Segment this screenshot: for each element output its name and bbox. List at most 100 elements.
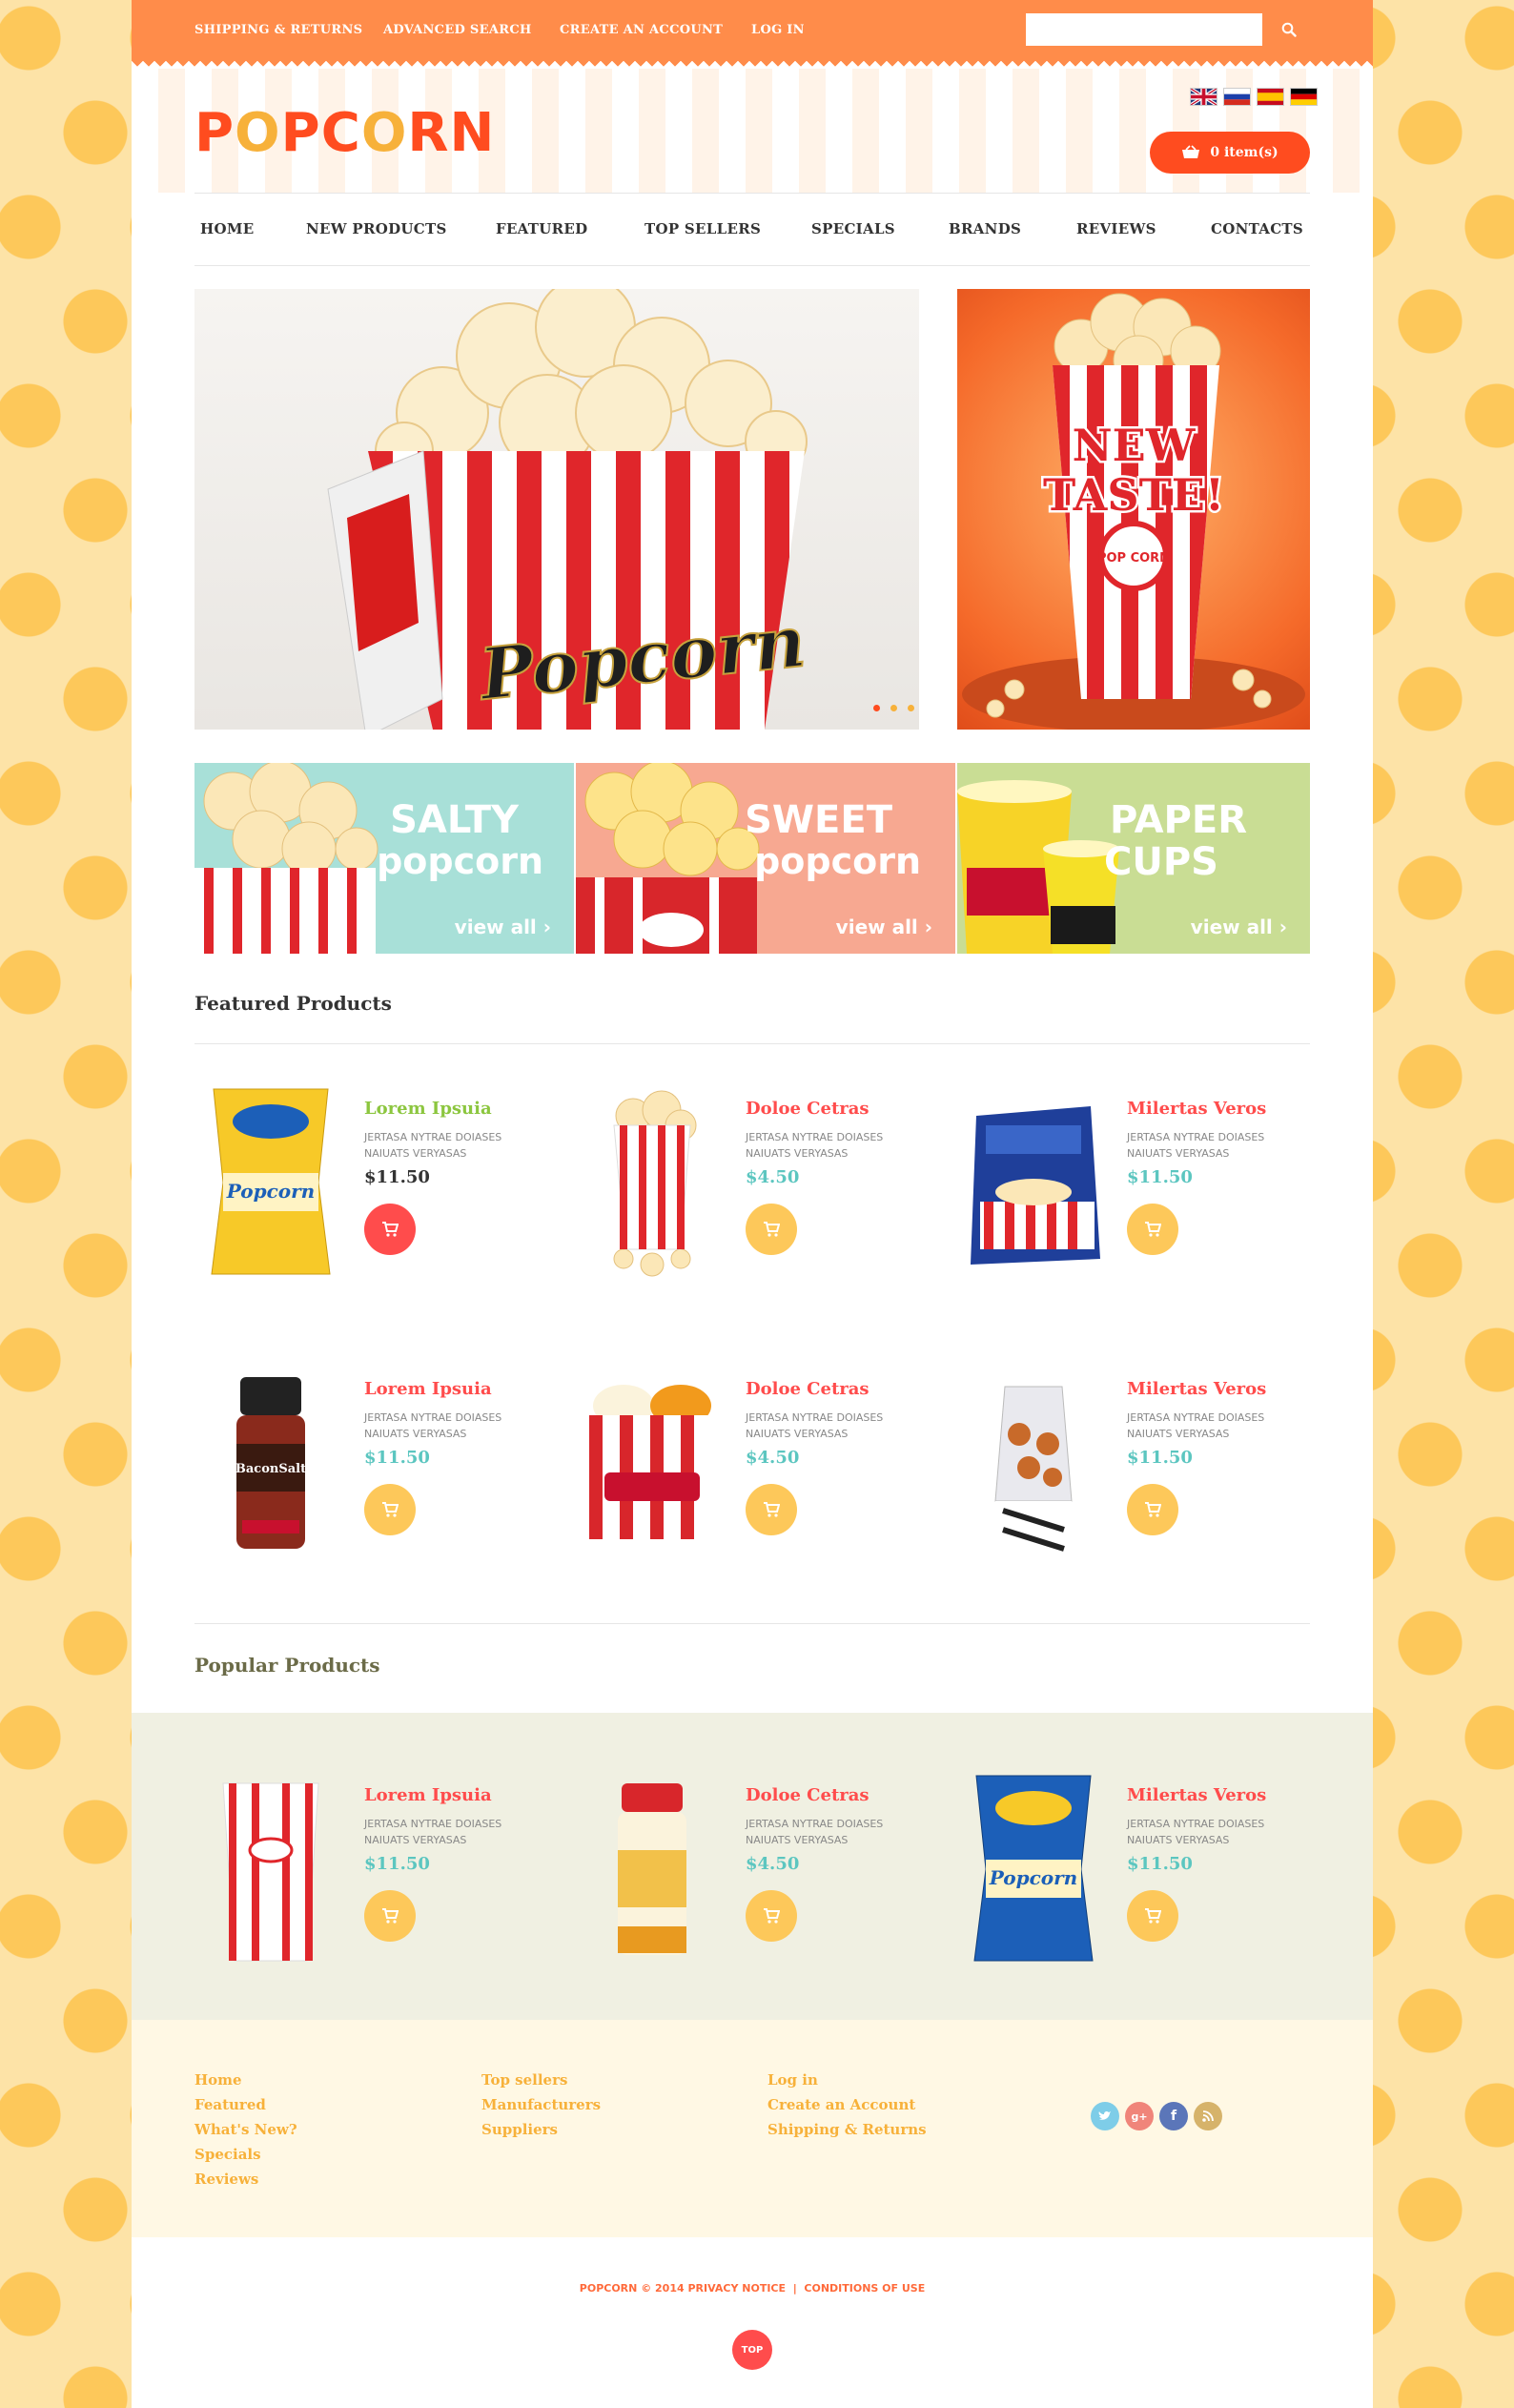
search-input[interactable] — [1026, 13, 1262, 46]
nav-specials[interactable]: Specials — [811, 220, 895, 237]
footer-link-manufacturers[interactable]: Manufacturers — [481, 2096, 601, 2113]
logo[interactable]: POPCORN — [194, 107, 495, 160]
slider-dot[interactable] — [908, 705, 914, 711]
google-plus-icon[interactable]: g+ — [1125, 2102, 1154, 2130]
product-card[interactable]: Popcorn Milertas Veros Jertasa nytrae do… — [957, 1774, 1320, 1993]
product-description: Jertasa nytrae doiases naiuats veryasas — [364, 1818, 502, 1846]
nav-top-sellers[interactable]: Top Sellers — [644, 220, 761, 237]
banner-sweet[interactable]: SWEET popcorn view all › — [576, 763, 955, 954]
banner-salty[interactable]: SALTY popcorn view all › — [194, 763, 574, 954]
nav-brands[interactable]: Brands — [949, 220, 1021, 237]
cart-icon — [764, 1908, 780, 1924]
footer-link-top-sellers[interactable]: Top sellers — [481, 2071, 567, 2089]
product-name[interactable]: Lorem Ipsuia — [364, 1379, 492, 1399]
flag-es-icon[interactable] — [1257, 88, 1284, 106]
twitter-icon[interactable] — [1091, 2102, 1119, 2130]
promo-popcorn-image: POP CORN NEW TASTE! — [962, 293, 1305, 730]
product-name[interactable]: Doloe Cetras — [746, 1379, 870, 1399]
add-to-cart-button[interactable] — [746, 1890, 797, 1942]
product-image-gift-basket — [994, 1386, 1073, 1554]
product-description: Jertasa nytrae doiases naiuats veryasas — [364, 1131, 502, 1160]
rss-icon[interactable] — [1194, 2102, 1222, 2130]
cart-button[interactable]: 0 item(s) — [1150, 132, 1310, 174]
nav-reviews[interactable]: Reviews — [1076, 220, 1156, 237]
popular-section: Lorem Ipsuia Jertasa nytrae doiases naiu… — [132, 1713, 1373, 2020]
create-account-link[interactable]: Create an Account — [560, 23, 723, 37]
nav-home[interactable]: Home — [200, 220, 254, 237]
add-to-cart-button[interactable] — [746, 1484, 797, 1535]
banner-cups-line2: CUPS — [1104, 840, 1218, 884]
product-card[interactable]: Milertas Veros Jertasa nytrae doiases na… — [957, 1087, 1320, 1307]
add-to-cart-button[interactable] — [1127, 1204, 1178, 1255]
product-price: $11.50 — [1127, 1167, 1193, 1187]
product-card[interactable]: Milertas Veros Jertasa nytrae doiases na… — [957, 1368, 1320, 1587]
footer-link-reviews[interactable]: Reviews — [194, 2171, 258, 2188]
product-name[interactable]: Doloe Cetras — [746, 1099, 870, 1119]
slider-dot[interactable] — [890, 705, 897, 711]
product-card[interactable]: Popcorn Lorem Ipsuia Jertasa nytrae doia… — [194, 1087, 557, 1307]
product-card[interactable]: Doloe Cetras Jertasa nytrae doiases naiu… — [576, 1368, 938, 1587]
hero-slider[interactable]: Popcorn — [194, 289, 919, 730]
footer-link-home[interactable]: Home — [194, 2071, 242, 2089]
copyright-brand[interactable]: Popcorn — [580, 2282, 638, 2295]
product-name[interactable]: Lorem Ipsuia — [364, 1785, 492, 1805]
product-price: $11.50 — [364, 1167, 430, 1187]
footer-link-featured[interactable]: Featured — [194, 2096, 266, 2113]
view-all-label: view all — [835, 916, 918, 938]
flag-de-icon[interactable] — [1290, 88, 1318, 106]
copyright: Popcorn © 2014 Privacy Notice | Conditio… — [132, 2282, 1373, 2295]
footer-link-suppliers[interactable]: Suppliers — [481, 2121, 558, 2138]
footer-link-specials[interactable]: Specials — [194, 2146, 261, 2163]
nav-contacts[interactable]: Contacts — [1211, 220, 1303, 237]
slider-dot[interactable] — [873, 705, 880, 711]
separator: | — [792, 2282, 797, 2295]
add-to-cart-button[interactable] — [1127, 1890, 1178, 1942]
add-to-cart-button[interactable] — [1127, 1484, 1178, 1535]
product-name[interactable]: Milertas Veros — [1127, 1099, 1266, 1119]
product-card[interactable]: Lorem Ipsuia Jertasa nytrae doiases naiu… — [194, 1774, 557, 1993]
login-link[interactable]: Log In — [751, 23, 805, 37]
nav-featured[interactable]: Featured — [496, 220, 587, 237]
facebook-glyph: f — [1170, 2109, 1177, 2124]
footer-link-create-account[interactable]: Create an Account — [767, 2096, 915, 2113]
privacy-link[interactable]: Privacy Notice — [688, 2282, 787, 2295]
salty-popcorn-image — [194, 763, 378, 954]
product-card[interactable]: Doloe Cetras Jertasa nytrae doiases naiu… — [576, 1087, 938, 1307]
google-plus-glyph: g+ — [1131, 2110, 1148, 2123]
footer-link-login[interactable]: Log in — [767, 2071, 818, 2089]
product-name[interactable]: Milertas Veros — [1127, 1785, 1266, 1805]
product-card[interactable]: Doloe Cetras Jertasa nytrae doiases naiu… — [576, 1774, 938, 1993]
promo-box-label: POP CORN — [1097, 551, 1170, 566]
promo-banner[interactable]: POP CORN NEW TASTE! — [957, 289, 1310, 730]
shipping-returns-link[interactable]: Shipping & Returns — [194, 23, 362, 37]
footer-link-whats-new[interactable]: What's New? — [194, 2121, 297, 2138]
banner-paper-cups[interactable]: PAPER CUPS view all › — [957, 763, 1310, 954]
logo-letter: R — [407, 102, 450, 164]
add-to-cart-button[interactable] — [746, 1204, 797, 1255]
product-name[interactable]: Lorem Ipsuia — [364, 1099, 492, 1119]
nav-new-products[interactable]: New Products — [306, 220, 447, 237]
product-name[interactable]: Doloe Cetras — [746, 1785, 870, 1805]
product-description: Jertasa nytrae doiases naiuats veryasas — [746, 1818, 884, 1846]
search-button[interactable] — [1272, 13, 1306, 46]
add-to-cart-button[interactable] — [364, 1204, 416, 1255]
footer-link-shipping[interactable]: Shipping & Returns — [767, 2121, 927, 2138]
product-name[interactable]: Milertas Veros — [1127, 1379, 1266, 1399]
facebook-icon[interactable]: f — [1159, 2102, 1188, 2130]
banner-cups-cta[interactable]: view all › — [1191, 916, 1287, 938]
main-nav: Home New Products Featured Top Sellers S… — [194, 193, 1310, 266]
advanced-search-link[interactable]: Advanced Search — [383, 23, 532, 37]
product-price: $4.50 — [746, 1448, 800, 1468]
product-image-microwave-box — [971, 1106, 1100, 1265]
back-to-top-button[interactable]: TOP — [732, 2330, 772, 2370]
banner-salty-cta[interactable]: view all › — [455, 916, 551, 938]
product-card[interactable]: BaconSalt Lorem Ipsuia Jertasa nytrae do… — [194, 1368, 557, 1587]
flag-uk-icon[interactable] — [1190, 88, 1217, 106]
product-image-popcorn-tin — [585, 1385, 719, 1539]
add-to-cart-button[interactable] — [364, 1484, 416, 1535]
product-image-chip-bag-blue: Popcorn — [973, 1775, 1094, 1962]
add-to-cart-button[interactable] — [364, 1890, 416, 1942]
conditions-link[interactable]: Conditions of Use — [804, 2282, 925, 2295]
banner-sweet-cta[interactable]: view all › — [836, 916, 932, 938]
flag-ru-icon[interactable] — [1223, 88, 1251, 106]
